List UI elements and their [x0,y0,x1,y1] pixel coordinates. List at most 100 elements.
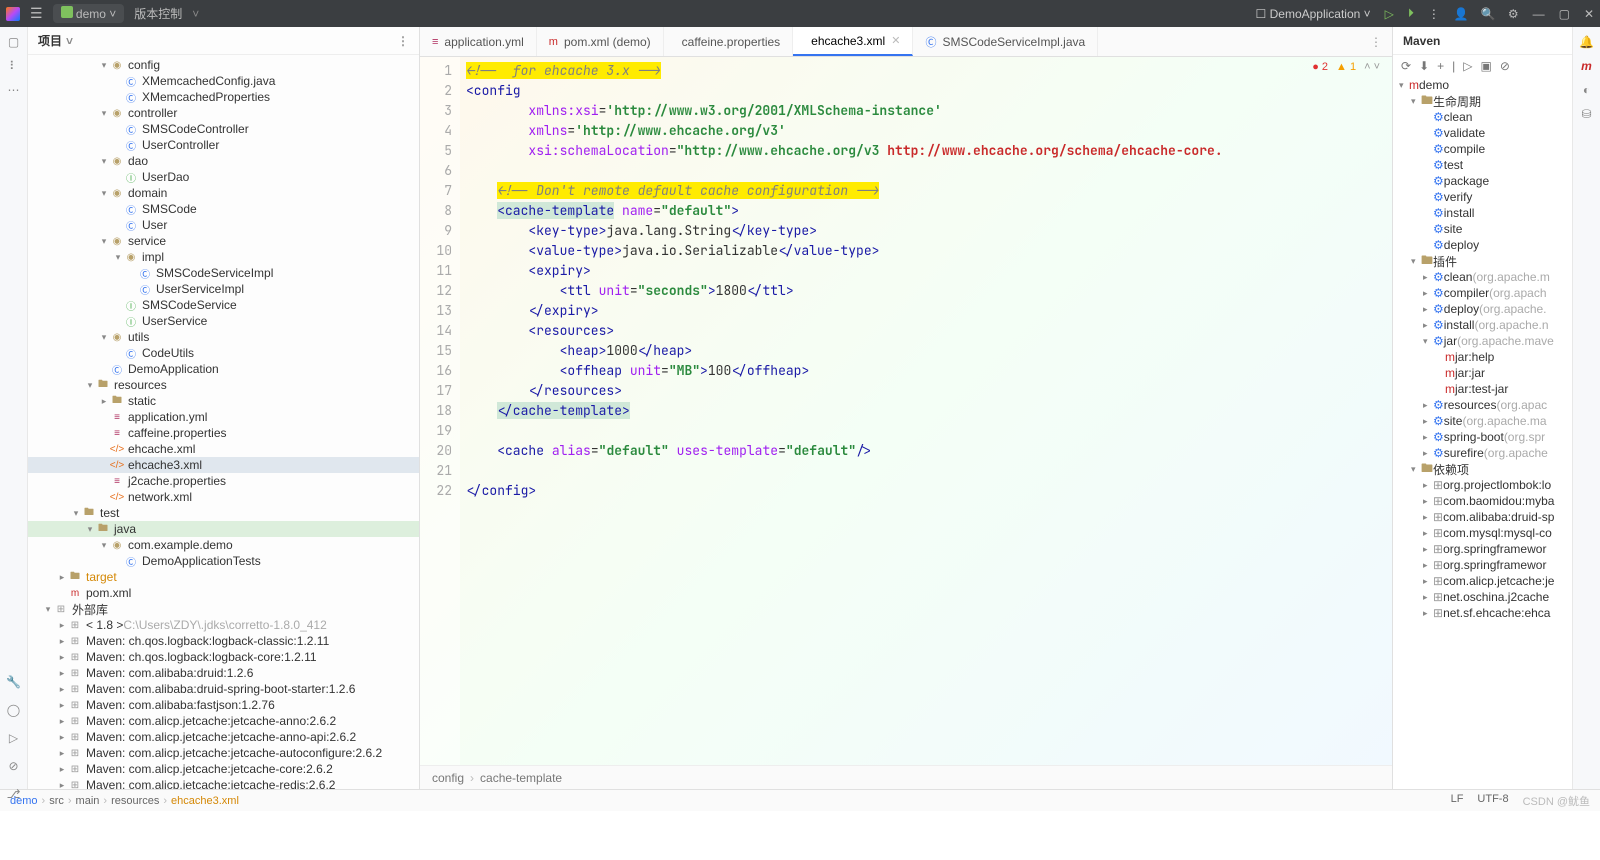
run-config-selector[interactable]: ☐ DemoApplication ˅ [1256,7,1371,21]
maven-tree-row[interactable]: ▾🖿插件 [1393,253,1572,269]
maven-download-icon[interactable]: ⬇ [1419,59,1429,73]
tree-row[interactable]: ≡caffeine.properties [28,425,419,441]
tree-row[interactable]: ▾🖿java [28,521,419,537]
maven-tree-row[interactable]: ▸⚙install (org.apache.n [1393,317,1572,333]
tree-row[interactable]: ⒾSMSCodeService [28,297,419,313]
terminal-icon[interactable]: 🔧 [6,675,21,689]
tree-row[interactable]: ▾◉utils [28,329,419,345]
maven-tree-row[interactable]: ▸⊞com.alicp.jetcache:je [1393,573,1572,589]
tree-row[interactable]: ⒸDemoApplication [28,361,419,377]
tabs-more-icon[interactable]: ⋮ [1360,27,1392,56]
search-icon[interactable]: 🔍 [1481,7,1496,21]
tree-row[interactable]: ⒾUserDao [28,169,419,185]
tree-row[interactable]: ⒸSMSCodeServiceImpl [28,265,419,281]
tree-row[interactable]: ▸⊞Maven: com.alibaba:druid-spring-boot-s… [28,681,419,697]
maven-tree-row[interactable]: ⚙validate [1393,125,1572,141]
maven-tree-row[interactable]: ⚙deploy [1393,237,1572,253]
line-sep[interactable]: LF [1451,793,1464,809]
tree-row[interactable]: ▸⊞Maven: com.alicp.jetcache:jetcache-ann… [28,729,419,745]
encoding[interactable]: UTF-8 [1477,793,1508,809]
maven-tree-row[interactable]: ▸⊞net.sf.ehcache:ehca [1393,605,1572,621]
tree-row[interactable]: ≡application.yml [28,409,419,425]
code-with-me-icon[interactable]: 👤 [1454,7,1469,21]
maven-add-icon[interactable]: + [1437,59,1444,73]
tree-row[interactable]: ▾◉domain [28,185,419,201]
git-icon[interactable]: ⎇ [7,787,21,801]
tree-row[interactable]: ⒸSMSCodeController [28,121,419,137]
path-segment[interactable]: ehcache3.xml [171,795,239,807]
breadcrumb[interactable]: config › cache-template [420,765,1392,789]
more-toolwindows-icon[interactable]: ⋯ [8,83,20,97]
more-run-icon[interactable]: ⋮ [1428,7,1440,21]
tree-row[interactable]: ▸⊞Maven: com.alicp.jetcache:jetcache-red… [28,777,419,789]
tree-row[interactable]: ▸⊞Maven: com.alibaba:fastjson:1.2.76 [28,697,419,713]
tree-row[interactable]: ▸🖿static [28,393,419,409]
maven-skip-icon[interactable]: ⊘ [1500,59,1510,73]
tree-row[interactable]: ▸🖿target [28,569,419,585]
database-tw-icon[interactable]: ⛁ [1581,107,1591,121]
maven-tree-row[interactable]: ▸⚙surefire (org.apache [1393,445,1572,461]
tree-row[interactable]: mpom.xml [28,585,419,601]
tree-row[interactable]: ⒸCodeUtils [28,345,419,361]
tree-row[interactable]: ⒸXMemcachedConfig.java [28,73,419,89]
maven-tree-row[interactable]: ▸⊞com.mysql:mysql-co [1393,525,1572,541]
maven-tree-row[interactable]: mjar:jar [1393,365,1572,381]
editor-tab[interactable]: ≡application.yml [420,27,537,56]
tree-row[interactable]: ▸⊞Maven: com.alicp.jetcache:jetcache-ann… [28,713,419,729]
editor-tab[interactable]: caffeine.properties [664,27,794,56]
tree-row[interactable]: ▾◉dao [28,153,419,169]
maven-tree-row[interactable]: ▸⚙compiler (org.apach [1393,285,1572,301]
maven-tree-row[interactable]: ⚙clean [1393,109,1572,125]
inspection-widgets[interactable]: ● 2 ▲ 1 ˄ ˅ [1312,61,1380,73]
maximize-icon[interactable]: ▢ [1559,7,1570,21]
notifications-icon[interactable]: 🔔 [1579,35,1594,49]
maven-tree-row[interactable]: mjar:test-jar [1393,381,1572,397]
maven-tree-row[interactable]: ▸⚙site (org.apache.ma [1393,413,1572,429]
tree-row[interactable]: </>network.xml [28,489,419,505]
debug-button[interactable]: ⏵ [1408,6,1414,21]
tree-row[interactable]: ▸⊞Maven: com.alicp.jetcache:jetcache-aut… [28,745,419,761]
problems-icon[interactable]: ⊘ [8,759,18,773]
tree-row[interactable]: ▾◉service [28,233,419,249]
maven-run-icon[interactable]: ▷ [1463,59,1472,73]
tree-row[interactable]: ▾◉config [28,57,419,73]
tree-row[interactable]: ▾◉impl [28,249,419,265]
tree-row[interactable]: ▸⊞Maven: ch.qos.logback:logback-classic:… [28,633,419,649]
path-segment[interactable]: resources [111,795,159,807]
ai-icon[interactable]: ◐ [1583,83,1590,97]
maven-tree-row[interactable]: mjar:help [1393,349,1572,365]
close-icon[interactable]: ✕ [1584,7,1594,21]
tree-row[interactable]: ▾🖿test [28,505,419,521]
maven-tree-row[interactable]: ⚙verify [1393,189,1572,205]
tree-row[interactable]: ⒸUserServiceImpl [28,281,419,297]
editor-body[interactable]: 12345678910111213141516171819202122 <!--… [420,57,1392,765]
tree-row[interactable]: </>ehcache3.xml [28,457,419,473]
structure-toolwindow-icon[interactable]: ⠇ [9,59,18,73]
editor-tab[interactable]: ehcache3.xml✕ [793,27,913,56]
maven-tree-row[interactable]: ▸⊞com.alibaba:druid-sp [1393,509,1572,525]
close-tab-icon[interactable]: ✕ [891,34,900,47]
database-icon[interactable]: ◯ [7,703,20,717]
settings-gear-icon[interactable]: ⚙ [1508,7,1519,21]
maven-tree-row[interactable]: ▸⊞com.baomidou:myba [1393,493,1572,509]
tree-row[interactable]: ▾🖿resources [28,377,419,393]
warning-indicator[interactable]: ▲ 1 [1336,61,1356,73]
maven-tree-row[interactable]: ⚙package [1393,173,1572,189]
project-tree[interactable]: ▾◉configⒸXMemcachedConfig.javaⒸXMemcache… [28,55,419,789]
minimize-icon[interactable]: — [1533,7,1545,21]
run-button[interactable]: ▷ [1385,7,1394,21]
tree-row[interactable]: ▸⊞Maven: com.alicp.jetcache:jetcache-cor… [28,761,419,777]
tree-row[interactable]: ▸⊞Maven: com.alibaba:druid:1.2.6 [28,665,419,681]
tree-row[interactable]: ⒸUserController [28,137,419,153]
tree-row[interactable]: ▸⊞Maven: ch.qos.logback:logback-core:1.2… [28,649,419,665]
maven-tree-row[interactable]: ⚙test [1393,157,1572,173]
maven-tree-row[interactable]: ▸⊞net.oschina.j2cache [1393,589,1572,605]
maven-tree-row[interactable]: ▸⚙deploy (org.apache. [1393,301,1572,317]
main-menu-icon[interactable]: ☰ [30,5,43,22]
maven-tree-row[interactable]: ▾mdemo [1393,77,1572,93]
maven-tree-row[interactable]: ▾🖿生命周期 [1393,93,1572,109]
maven-tree-row[interactable]: ▸⚙spring-boot (org.spr [1393,429,1572,445]
breadcrumb-segment[interactable]: config [432,771,464,785]
tree-row[interactable]: ▸⊞< 1.8 > C:\Users\ZDY\.jdks\corretto-1.… [28,617,419,633]
maven-exec-icon[interactable]: ▣ [1481,59,1492,73]
